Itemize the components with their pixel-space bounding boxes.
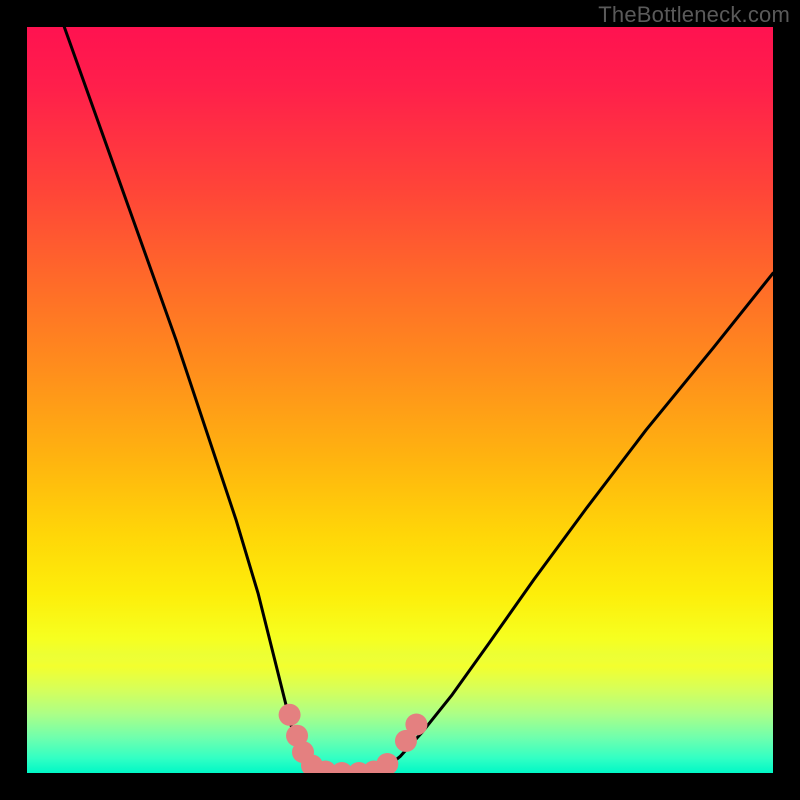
plot-area [27,27,773,773]
right-marker-1 [376,753,398,773]
left-marker-1 [279,704,301,726]
curve-layer [27,27,773,773]
right-marker-3 [405,714,427,736]
chart-frame: TheBottleneck.com [0,0,800,800]
watermark-text: TheBottleneck.com [598,2,790,28]
curve-left-curve [64,27,329,773]
curve-right-curve [374,273,773,773]
